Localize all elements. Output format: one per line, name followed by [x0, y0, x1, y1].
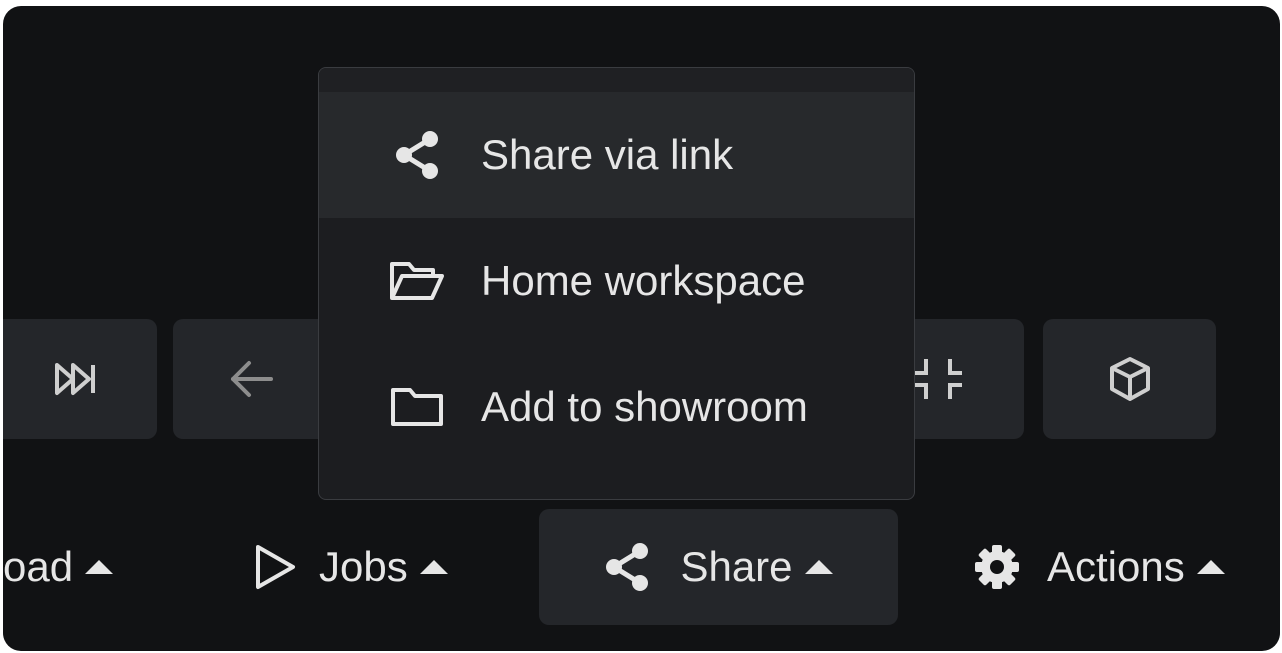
menu-top-padding [319, 68, 914, 92]
back-button[interactable] [173, 319, 333, 439]
jobs-label: Jobs [319, 543, 408, 590]
actions-menu[interactable]: Actions [973, 509, 1253, 625]
download-menu[interactable]: oad [3, 509, 123, 625]
cube-icon [1109, 357, 1150, 401]
3d-view-button[interactable] [1043, 319, 1216, 439]
folder-open-icon [387, 259, 447, 303]
share-icon [606, 543, 649, 591]
caret-up-icon [804, 560, 833, 574]
skip-forward-button[interactable] [3, 319, 157, 439]
actions-label: Actions [1047, 543, 1185, 590]
jobs-menu[interactable]: Jobs [253, 509, 473, 625]
menu-item-label: Home workspace [481, 257, 806, 304]
gear-icon [975, 545, 1019, 589]
download-label: oad [3, 543, 74, 590]
caret-up-icon [85, 560, 114, 574]
menu-item-add-to-showroom[interactable]: Add to showroom [319, 344, 914, 470]
menu-item-share-via-link[interactable]: Share via link [319, 92, 914, 218]
skip-forward-icon [55, 363, 95, 395]
play-icon [256, 545, 295, 589]
collapse-icon [914, 359, 962, 399]
menu-item-home-workspace[interactable]: Home workspace [319, 218, 914, 344]
arrow-left-icon [231, 361, 273, 397]
menu-item-label: Add to showroom [481, 383, 808, 430]
caret-up-icon [1196, 560, 1225, 574]
app-window: oad Jobs Share Actions Share via link Ho… [3, 6, 1280, 651]
share-menu-button[interactable]: Share [539, 509, 898, 625]
share-label: Share [680, 543, 793, 590]
share-icon [387, 130, 447, 180]
folder-icon [387, 386, 447, 428]
share-dropdown-menu: Share via link Home workspace Add to sho… [318, 67, 915, 500]
caret-up-icon [419, 560, 448, 574]
menu-item-label: Share via link [481, 131, 734, 178]
